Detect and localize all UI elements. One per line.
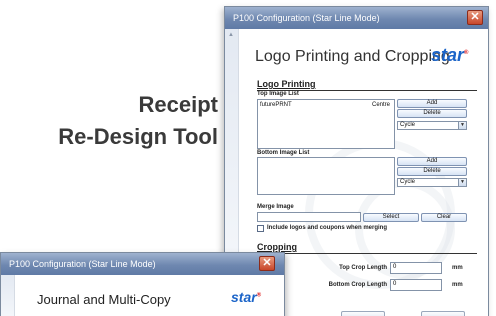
top-add-button[interactable]: Add — [397, 99, 467, 108]
merge-select-button[interactable]: Select — [363, 213, 419, 222]
star-logo: star® — [231, 289, 261, 305]
bottom-add-button[interactable]: Add — [397, 157, 467, 166]
merge-image-field[interactable] — [257, 212, 361, 222]
journal-page-title: Journal and Multi-Copy — [37, 292, 171, 307]
bottom-cycle-select[interactable]: Cycle ▼ — [397, 178, 467, 187]
top-delete-button[interactable]: Delete — [397, 109, 467, 118]
merge-image-label: Merge Image — [257, 204, 294, 210]
journal-window-titlebar[interactable]: P100 Configuration (Star Line Mode) — [1, 253, 284, 275]
scroll-up-icon[interactable]: ▲ — [228, 32, 234, 38]
logo-registered-mark: ® — [464, 50, 469, 56]
chevron-down-icon[interactable]: ▼ — [458, 122, 466, 129]
merge-clear-button[interactable]: Clear — [421, 213, 467, 222]
top-crop-unit: mm — [452, 265, 463, 271]
bottom-delete-button[interactable]: Delete — [397, 167, 467, 176]
cropping-section-title: Cropping — [257, 242, 297, 252]
main-window-titlebar[interactable]: P100 Configuration (Star Line Mode) — [225, 7, 488, 29]
chevron-down-icon[interactable]: ▼ — [458, 179, 466, 186]
section-divider — [257, 253, 477, 254]
include-logos-label: Include logos and coupons when merging — [267, 225, 388, 231]
footer-button[interactable] — [421, 311, 465, 316]
list-item-alignment: Centre — [371, 102, 390, 108]
top-crop-length-label: Top Crop Length — [339, 265, 387, 271]
bottom-crop-length-label: Bottom Crop Length — [328, 282, 387, 288]
bottom-crop-length-field[interactable]: 0 — [390, 279, 442, 291]
top-crop-length-field[interactable]: 0 — [390, 262, 442, 274]
bottom-crop-unit: mm — [452, 282, 463, 288]
list-item-name: futurePRNT — [260, 102, 292, 108]
headline-line-1: Receipt — [138, 92, 218, 117]
list-item[interactable]: futurePRNT Centre — [260, 102, 392, 110]
footer-button[interactable] — [341, 311, 385, 316]
page-title: Logo Printing and Cropping — [255, 48, 450, 65]
star-logo: star® — [431, 45, 468, 66]
left-nav-strip — [1, 275, 15, 316]
journal-window-title: P100 Configuration (Star Line Mode) — [9, 259, 156, 269]
headline-line-2: Re-Design Tool — [58, 124, 218, 149]
main-window-title: P100 Configuration (Star Line Mode) — [233, 13, 380, 23]
logo-registered-mark: ® — [256, 292, 262, 299]
top-image-list-label: Top Image List — [257, 91, 299, 97]
journal-close-icon[interactable]: ✕ — [259, 256, 275, 271]
top-cycle-value: Cycle — [400, 122, 416, 128]
main-close-icon[interactable]: ✕ — [467, 10, 483, 25]
logo-text: star — [231, 289, 257, 305]
top-cycle-select[interactable]: Cycle ▼ — [397, 121, 467, 130]
bottom-cycle-value: Cycle — [400, 179, 416, 185]
include-logos-checkbox[interactable] — [257, 225, 264, 232]
bottom-image-list-label: Bottom Image List — [257, 150, 310, 156]
top-image-list[interactable]: futurePRNT Centre — [257, 99, 395, 149]
journal-config-window: P100 Configuration (Star Line Mode) ✕ Jo… — [0, 252, 285, 316]
bottom-image-list[interactable] — [257, 157, 395, 195]
screenshot-canvas: Receipt Re-Design Tool P100 Configuratio… — [0, 0, 496, 316]
logo-text: star — [431, 45, 465, 65]
logo-printing-section-title: Logo Printing — [257, 79, 316, 89]
